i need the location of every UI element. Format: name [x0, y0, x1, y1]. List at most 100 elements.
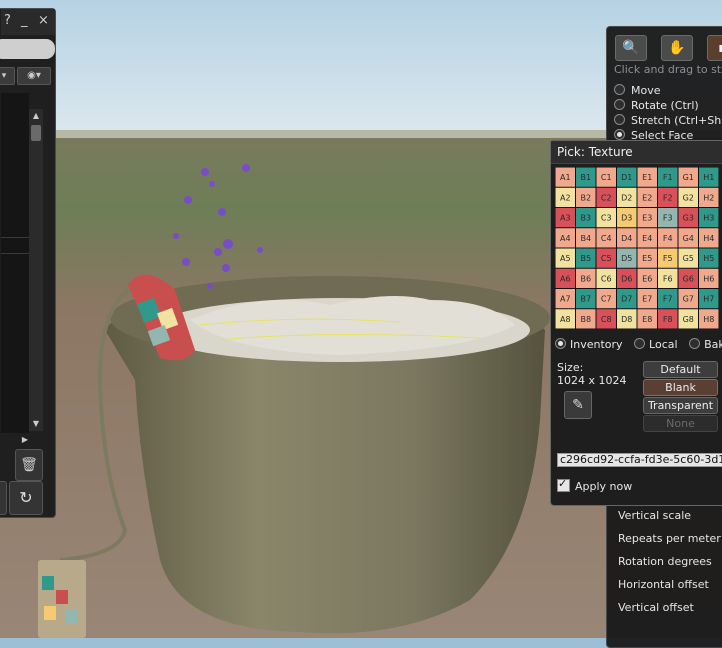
radio-bake[interactable] [689, 338, 701, 349]
tool-hint: Click and drag to stretch [614, 63, 722, 76]
uv-cell-label: G4 [683, 234, 694, 243]
list-divider [1, 253, 29, 254]
mode-rotate[interactable]: Rotate (Ctrl) [614, 99, 699, 113]
size-value: 1024 x 1024 [557, 374, 627, 387]
eye-icon[interactable]: ◉▾ [17, 67, 51, 85]
uv-cell-label: F8 [663, 315, 673, 324]
uv-cell-label: D2 [621, 193, 632, 202]
inventory-scrollbar[interactable] [29, 109, 43, 431]
move-tool-button[interactable]: ✋ [661, 35, 693, 61]
radio-rotate[interactable] [614, 99, 625, 110]
scroll-down-icon[interactable]: ▼ [29, 417, 43, 431]
uv-cell-label: H3 [703, 214, 714, 223]
apply-now-checkbox[interactable]: Apply now [557, 477, 633, 493]
uv-cell-label: H1 [703, 173, 714, 182]
uv-cell-label: C4 [601, 234, 612, 243]
uv-cell-label: H5 [703, 254, 714, 263]
uv-cell-label: F2 [663, 193, 673, 202]
mode-label: Rotate (Ctrl) [631, 99, 699, 112]
source-label: Local [649, 338, 678, 351]
uv-cell-label: D1 [621, 173, 632, 182]
list-divider [1, 237, 29, 238]
mode-label: Stretch (Ctrl+Shift) [631, 114, 722, 127]
radio-local[interactable] [634, 338, 646, 349]
edit-tool-button[interactable]: ▪ [707, 35, 722, 61]
uv-cell-label: D8 [621, 315, 632, 324]
size-label: Size: [557, 361, 584, 374]
uv-cell-label: A3 [560, 214, 571, 223]
horizontal-offset-label: Horizontal offset [618, 578, 709, 591]
texture-picker-title-bar[interactable]: Pick: Texture [551, 141, 722, 164]
texture-source-selector: Inventory Local Bake [555, 338, 722, 351]
texture-preview[interactable]: A1 B1 C1 D1 E1 F1 G1 H1 A2 B2 C2 D2 E2 F2 G2 H2 A3 B3 C3 D3… [555, 167, 719, 329]
uv-cell-label: F7 [663, 295, 673, 304]
apply-now-check[interactable] [557, 477, 570, 492]
uv-cell-label: H4 [703, 234, 714, 243]
blank-button[interactable]: Blank [643, 379, 718, 396]
uv-cell-label: F1 [663, 173, 673, 182]
uv-cell-label: F6 [663, 274, 673, 283]
uv-cell-label: B5 [580, 254, 591, 263]
vertical-scale-label: Vertical scale [618, 509, 692, 522]
uv-cell-label: F5 [663, 254, 673, 263]
uv-cell-label: E6 [642, 274, 652, 283]
tea-tag [38, 560, 86, 638]
inventory-title-bar: ? _ × [1, 9, 55, 35]
none-button[interactable]: None [643, 415, 718, 432]
radio-inventory[interactable] [555, 338, 566, 349]
source-bake[interactable]: Bake [689, 338, 722, 351]
rotation-degrees-label: Rotation degrees [618, 555, 712, 568]
uv-grid-texture: A1 B1 C1 D1 E1 F1 G1 H1 A2 B2 C2 D2 E2 F2 G2 H2 A3 B3 C3 D3… [555, 167, 719, 329]
inventory-search-input[interactable] [0, 39, 55, 59]
mode-stretch[interactable]: Stretch (Ctrl+Shift) [614, 114, 722, 128]
close-icon[interactable]: × [38, 13, 49, 28]
texture-picker-floater: Pick: Texture A1 B1 C1 D1 E1 F1 G1 H1 A2 B2 C2 D2 E2… [550, 140, 722, 506]
uv-cell-label: H6 [703, 274, 714, 283]
source-label: Bake [704, 338, 722, 351]
uv-cell-label: C1 [601, 173, 612, 182]
uv-cell-label: G5 [683, 254, 694, 263]
apply-now-label: Apply now [575, 480, 633, 493]
texture-uuid-input[interactable] [557, 453, 722, 467]
source-label: Inventory [570, 338, 623, 351]
help-icon[interactable]: ? [4, 13, 11, 28]
uv-cell-label: H8 [703, 315, 714, 324]
uv-cell-label: F3 [663, 214, 673, 223]
uv-cell-label: B8 [580, 315, 591, 324]
uv-cell-label: E2 [642, 193, 652, 202]
inventory-floater: ? _ × ▾ ◉▾ ▲ ▼ ▶ 🗑 ↻ [0, 8, 56, 518]
default-button[interactable]: Default [643, 361, 718, 378]
transparent-button[interactable]: Transparent [643, 397, 718, 414]
mode-move[interactable]: Move [614, 84, 661, 98]
uv-cell-label: G6 [683, 274, 694, 283]
minimize-icon[interactable]: _ [21, 13, 28, 28]
uv-cell-label: B7 [580, 295, 591, 304]
eyedropper-icon[interactable]: ✎ [564, 391, 592, 419]
uv-cell-label: C7 [601, 295, 612, 304]
uv-cell-label: E4 [642, 234, 652, 243]
uv-cell-label: E1 [642, 173, 652, 182]
uv-cell-label: A6 [560, 274, 571, 283]
uv-cell-label: B3 [580, 214, 591, 223]
inventory-action-button[interactable] [0, 481, 7, 515]
mode-label: Move [631, 84, 661, 97]
inventory-list[interactable] [1, 93, 29, 433]
radio-move[interactable] [614, 84, 625, 95]
radio-select-face[interactable] [614, 129, 625, 140]
scrollbar-thumb[interactable] [31, 125, 41, 141]
source-local[interactable]: Local [634, 338, 678, 351]
chevron-down-icon[interactable]: ▾ [0, 67, 15, 85]
uv-cell-label: E3 [642, 214, 652, 223]
source-inventory[interactable]: Inventory [555, 338, 623, 351]
refresh-icon[interactable]: ↻ [9, 481, 43, 515]
uv-cell-label: D7 [621, 295, 632, 304]
focus-tool-button[interactable]: 🔍 [615, 35, 647, 61]
uv-cell-label: G1 [683, 173, 694, 182]
uv-cell-label: G2 [683, 193, 694, 202]
uv-cell-label: C2 [601, 193, 612, 202]
scroll-right-icon[interactable]: ▶ [19, 433, 31, 447]
scroll-up-icon[interactable]: ▲ [29, 109, 43, 123]
trash-icon[interactable]: 🗑 [15, 449, 43, 481]
repeats-per-meter-label: Repeats per meter [618, 532, 721, 545]
radio-stretch[interactable] [614, 114, 625, 125]
